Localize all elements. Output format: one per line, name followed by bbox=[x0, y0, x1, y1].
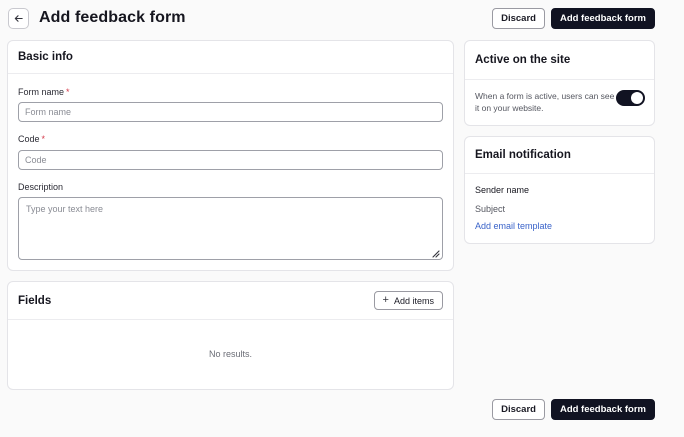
arrow-left-icon bbox=[14, 14, 23, 22]
empty-state-text: No results. bbox=[208, 349, 252, 359]
code-label: Code * bbox=[18, 134, 46, 144]
active-on-site-card: Active on the site When a form is active… bbox=[464, 40, 655, 126]
fields-card: Fields + Add items No results. bbox=[7, 281, 454, 390]
fields-title: Fields bbox=[18, 294, 52, 307]
add-items-button[interactable]: + Add items bbox=[373, 291, 443, 310]
add-email-template-link[interactable]: Add email template bbox=[475, 221, 552, 231]
back-button[interactable] bbox=[8, 7, 29, 29]
form-name-label: Form name * bbox=[18, 87, 70, 97]
fields-header: Fields + Add items bbox=[8, 282, 453, 320]
active-toggle[interactable] bbox=[616, 90, 645, 106]
toggle-knob bbox=[631, 92, 643, 104]
email-notification-header: Email notification bbox=[465, 137, 654, 174]
email-notification-title: Email notification bbox=[475, 149, 571, 161]
active-header: Active on the site bbox=[465, 41, 654, 80]
description-textarea[interactable] bbox=[18, 197, 443, 260]
plus-icon: + bbox=[382, 294, 389, 306]
add-items-label: Add items bbox=[393, 295, 434, 306]
subject-label: Subject bbox=[475, 204, 506, 214]
discard-button[interactable]: Discard bbox=[492, 7, 545, 29]
required-mark: * bbox=[66, 87, 70, 97]
basic-info-title: Basic info bbox=[18, 51, 73, 63]
email-notification-card: Email notification Sender name Subject A… bbox=[464, 136, 655, 244]
page-title: Add feedback form bbox=[39, 9, 186, 26]
active-description: When a form is active, users can see it … bbox=[475, 91, 615, 113]
resize-handle-icon[interactable] bbox=[431, 249, 440, 258]
active-title: Active on the site bbox=[475, 54, 571, 66]
footer-discard-button[interactable]: Discard bbox=[492, 399, 545, 420]
basic-info-card: Basic info Form name* Code* Description bbox=[7, 40, 454, 271]
form-name-input[interactable] bbox=[18, 102, 443, 122]
sender-name-label: Sender name bbox=[475, 185, 530, 195]
description-label: Description bbox=[18, 182, 64, 192]
basic-info-header: Basic info bbox=[8, 41, 453, 74]
page: Add feedback form Discard Add feedback f… bbox=[0, 0, 684, 437]
add-feedback-form-button[interactable]: Add feedback form bbox=[550, 7, 655, 29]
code-input[interactable] bbox=[18, 150, 443, 170]
page-header: Add feedback form Discard Add feedback f… bbox=[8, 6, 655, 30]
required-mark: * bbox=[41, 134, 46, 144]
footer-actions: Discard Add feedback form bbox=[492, 399, 655, 420]
footer-add-feedback-form-button[interactable]: Add feedback form bbox=[550, 399, 655, 420]
